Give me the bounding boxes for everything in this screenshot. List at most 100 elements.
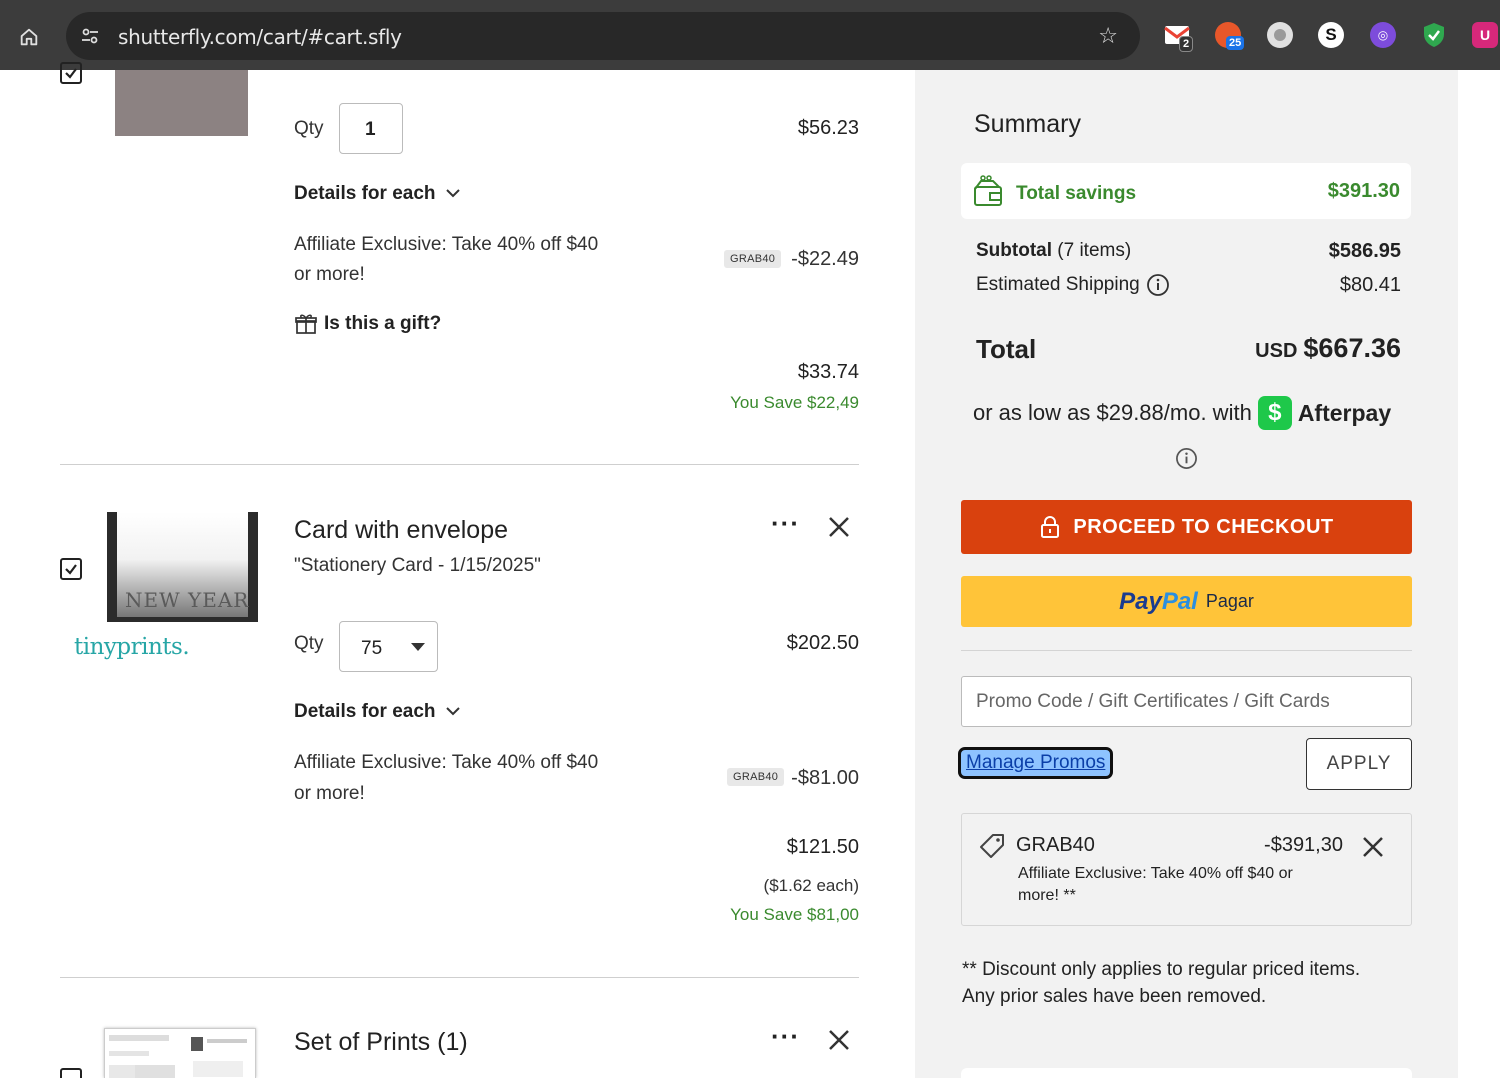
item1-promo-code-pill: GRAB40	[724, 250, 782, 268]
purple-ext-icon[interactable]: ◎	[1370, 22, 1396, 48]
info-icon[interactable]	[1146, 273, 1170, 297]
item3-select-checkbox[interactable]	[60, 1068, 82, 1078]
total-value: $667.36	[1303, 333, 1401, 363]
summary-heading: Summary	[974, 110, 1081, 138]
ext-25-badge: 25	[1226, 36, 1245, 50]
item2-subtitle: "Stationery Card - 1/15/2025"	[294, 555, 541, 576]
savings-value: $391.30	[1327, 180, 1400, 202]
item1-qty-value: 1	[365, 119, 376, 140]
circle-ext-glyph	[1274, 29, 1286, 41]
subtotal-value: $586.95	[1328, 240, 1401, 262]
item2-final-price: $121.50	[786, 836, 859, 858]
afterpay-info-icon[interactable]	[1175, 447, 1198, 475]
item2-price: $202.50	[786, 632, 859, 654]
item2-promo-code-pill: GRAB40	[727, 768, 785, 786]
item1-details-toggle[interactable]: Details for each	[294, 183, 461, 205]
remove-item-icon[interactable]	[828, 1029, 850, 1056]
remove-item-icon[interactable]	[828, 516, 850, 543]
item1-promo-text-1: Affiliate Exclusive: Take 40% off $40	[294, 234, 599, 255]
promo-code-input[interactable]	[961, 676, 1412, 727]
thumb-line	[109, 1051, 149, 1056]
more-options-icon[interactable]: ···	[771, 1021, 800, 1052]
item2-thumb-text: NEW YEAR	[125, 588, 250, 612]
chevron-down-icon	[446, 707, 460, 716]
home-icon[interactable]	[14, 22, 44, 52]
thumb-block	[135, 1065, 175, 1078]
ext-25-icon[interactable]: 25	[1215, 22, 1245, 50]
shipping-row-label: Estimated Shipping	[976, 273, 1170, 297]
item1-qty-field[interactable]: 1	[339, 103, 403, 154]
more-options-icon[interactable]: ···	[771, 508, 800, 539]
total-value-row: USD $667.36	[1255, 333, 1401, 364]
item2-thumbnail[interactable]: NEW YEAR	[107, 512, 258, 622]
shipping-label: Estimated Shipping	[976, 274, 1140, 295]
item1-details-label: Details for each	[294, 183, 436, 204]
savings-label: Total savings	[1016, 183, 1137, 204]
coupon-amount: -$391,30	[1264, 834, 1343, 856]
s-ext-icon[interactable]: S	[1318, 22, 1344, 48]
item3-title: Set of Prints (1)	[294, 1028, 468, 1056]
proceed-to-checkout-button[interactable]: PROCEED TO CHECKOUT	[961, 500, 1412, 554]
item2-promo-amount: -$81.00	[791, 767, 859, 789]
afterpay-text: or as low as $29.88/mo. with	[973, 400, 1252, 425]
item1-promo-amount: -$22.49	[791, 248, 859, 270]
savings-wallet-icon	[974, 175, 1002, 206]
total-savings-card: Total savings $391.30	[961, 163, 1411, 219]
gift-icon	[295, 314, 317, 334]
item1-final-price: $33.74	[797, 361, 859, 383]
thumb-line	[207, 1039, 247, 1043]
item1-select-checkbox[interactable]	[60, 62, 82, 84]
item1-promo-text-2: or more!	[294, 264, 365, 285]
shipping-value: $80.41	[1339, 274, 1401, 296]
chevron-down-icon	[446, 189, 460, 198]
circle-ext-icon[interactable]	[1267, 22, 1293, 48]
item2-promo-text-1: Affiliate Exclusive: Take 40% off $40	[294, 752, 599, 773]
tag-icon	[980, 834, 1004, 858]
summary-next-card	[961, 1068, 1412, 1078]
thumb-line	[109, 1035, 169, 1041]
site-settings-icon[interactable]	[78, 24, 102, 48]
manage-promos-link[interactable]: Manage Promos	[958, 747, 1114, 779]
cash-app-icon: $	[1257, 396, 1292, 430]
disclaimer-line-1: ** Discount only applies to regular pric…	[962, 959, 1361, 980]
gmail-icon[interactable]: 2	[1164, 22, 1194, 52]
item2-title: Card with envelope	[294, 516, 509, 544]
browser-toolbar: shutterfly.com/cart/#cart.sfly ☆ 2 25 S …	[0, 0, 1500, 70]
item2-qty-label: Qty	[294, 633, 324, 654]
subtotal-items: (7 items)	[1057, 240, 1132, 261]
shield-ext-icon[interactable]	[1421, 22, 1447, 48]
afterpay-row: or as low as $29.88/mo. with $ Afterpay	[973, 396, 1391, 430]
item2-select-checkbox[interactable]	[60, 558, 82, 580]
thumb-photo	[191, 1037, 203, 1051]
item1-gift-toggle[interactable]: Is this a gift?	[294, 312, 441, 336]
remove-coupon-icon[interactable]	[1362, 836, 1384, 863]
paypal-button[interactable]: PayPal Pagar	[961, 576, 1412, 627]
coupon-desc-1: Affiliate Exclusive: Take 40% off $40 or	[1018, 865, 1293, 882]
item2-you-save: You Save $81,00	[730, 905, 859, 924]
summary-divider	[961, 650, 1412, 651]
gmail-badge: 2	[1179, 36, 1194, 52]
paypal-logo: PayPal	[1119, 588, 1198, 616]
item2-promo-text-2: or more!	[294, 783, 365, 804]
u-ext-icon[interactable]: U	[1472, 22, 1498, 48]
address-bar[interactable]: shutterfly.com/cart/#cart.sfly ☆	[66, 12, 1140, 60]
item1-thumbnail[interactable]	[115, 70, 248, 136]
total-currency: USD	[1255, 340, 1298, 362]
total-label: Total	[976, 334, 1037, 364]
item3-thumbnail[interactable]	[104, 1028, 256, 1078]
item2-details-label: Details for each	[294, 701, 436, 722]
apply-promo-button[interactable]: APPLY	[1306, 738, 1412, 790]
item2-details-toggle[interactable]: Details for each	[294, 701, 461, 723]
paypal-logo-pal: Pal	[1161, 587, 1198, 615]
lock-icon	[1041, 516, 1060, 538]
url-text[interactable]: shutterfly.com/cart/#cart.sfly	[118, 25, 402, 49]
paypal-label: Pagar	[1205, 591, 1254, 611]
item2-qty-select[interactable]: 75	[339, 621, 438, 672]
checkout-label: PROCEED TO CHECKOUT	[1073, 515, 1334, 538]
dropdown-caret-icon	[411, 643, 425, 651]
order-summary-panel	[915, 70, 1458, 1078]
bookmark-star-icon[interactable]: ☆	[1098, 24, 1118, 48]
item-divider	[60, 464, 859, 465]
coupon-code: GRAB40	[1016, 834, 1095, 856]
item1-price: $56.23	[797, 117, 859, 139]
